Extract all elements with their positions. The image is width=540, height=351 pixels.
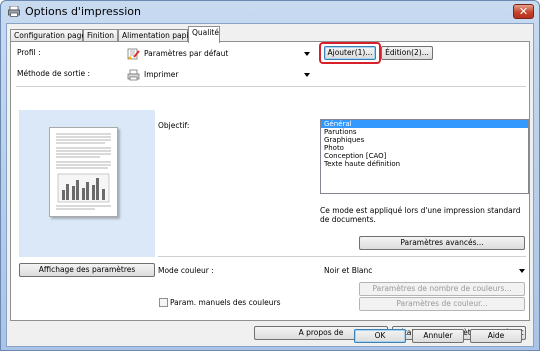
printer-icon xyxy=(8,6,20,17)
output-method-combobox[interactable]: Imprimer xyxy=(123,66,314,83)
preview-page-content xyxy=(56,133,111,210)
window-title: Options d'impression xyxy=(25,5,141,18)
color-mode-label: Mode couleur : xyxy=(158,266,214,275)
divider xyxy=(158,256,526,257)
highlight-ring xyxy=(319,42,381,64)
color-count-settings-button[interactable]: Paramètres de nombre de couleurs... xyxy=(359,282,525,296)
manual-color-checkbox[interactable] xyxy=(159,298,168,307)
chevron-down-icon xyxy=(519,269,525,273)
options-dialog: Options d'impression ✕ Configuration pag… xyxy=(0,0,540,351)
color-mode-combobox[interactable]: Noir et Blanc xyxy=(320,262,529,279)
profile-label: Profil : xyxy=(17,48,41,57)
objective-item-cao[interactable]: Conception [CAO] xyxy=(321,152,528,160)
tab-panel-qualite: Profil : Paramètres par défaut Ajouter(1… xyxy=(10,41,530,340)
printer-settings-icon xyxy=(127,48,140,60)
dialog-client-area: Configuration page Finition Alimentation… xyxy=(6,23,534,347)
profile-value: Paramètres par défaut xyxy=(144,49,229,58)
color-mode-value: Noir et Blanc xyxy=(324,266,373,275)
page-preview xyxy=(19,110,155,257)
show-settings-button[interactable]: Affichage des paramètres xyxy=(19,263,155,277)
manual-color-checkbox-label: Param. manuels des couleurs xyxy=(170,298,281,307)
printer-icon xyxy=(127,69,140,81)
edit-profile-button[interactable]: Édition(2)... xyxy=(381,46,433,60)
help-button[interactable]: Aide xyxy=(470,329,522,343)
chevron-down-icon xyxy=(304,73,310,77)
title-bar[interactable]: Options d'impression ✕ xyxy=(1,1,539,23)
preview-page xyxy=(49,127,118,217)
chevron-down-icon xyxy=(304,52,310,56)
profile-combobox[interactable]: Paramètres par défaut xyxy=(123,45,314,62)
objective-item-parutions[interactable]: Parutions xyxy=(321,128,528,136)
tab-qualite[interactable]: Qualité xyxy=(188,26,220,43)
objective-item-general[interactable]: Général xyxy=(321,120,528,128)
objective-listbox[interactable]: Général Parutions Graphiques Photo Conce… xyxy=(320,119,529,194)
color-settings-button[interactable]: Paramètres de couleur... xyxy=(359,297,525,311)
advanced-settings-button[interactable]: Paramètres avancés... xyxy=(359,236,525,250)
close-button[interactable]: ✕ xyxy=(513,4,534,19)
objective-item-graphiques[interactable]: Graphiques xyxy=(321,136,528,144)
output-method-label: Méthode de sortie : xyxy=(17,69,91,78)
ok-button[interactable]: OK xyxy=(354,329,406,343)
objective-label: Objectif: xyxy=(158,121,190,130)
objective-description: Ce mode est appliqué lors d'une impressi… xyxy=(320,206,521,224)
objective-item-photo[interactable]: Photo xyxy=(321,144,528,152)
objective-item-texte-hd[interactable]: Texte haute définition xyxy=(321,160,528,168)
output-method-value: Imprimer xyxy=(144,70,179,79)
cancel-button[interactable]: Annuler xyxy=(412,329,464,343)
close-icon: ✕ xyxy=(518,5,529,18)
divider xyxy=(16,86,526,87)
